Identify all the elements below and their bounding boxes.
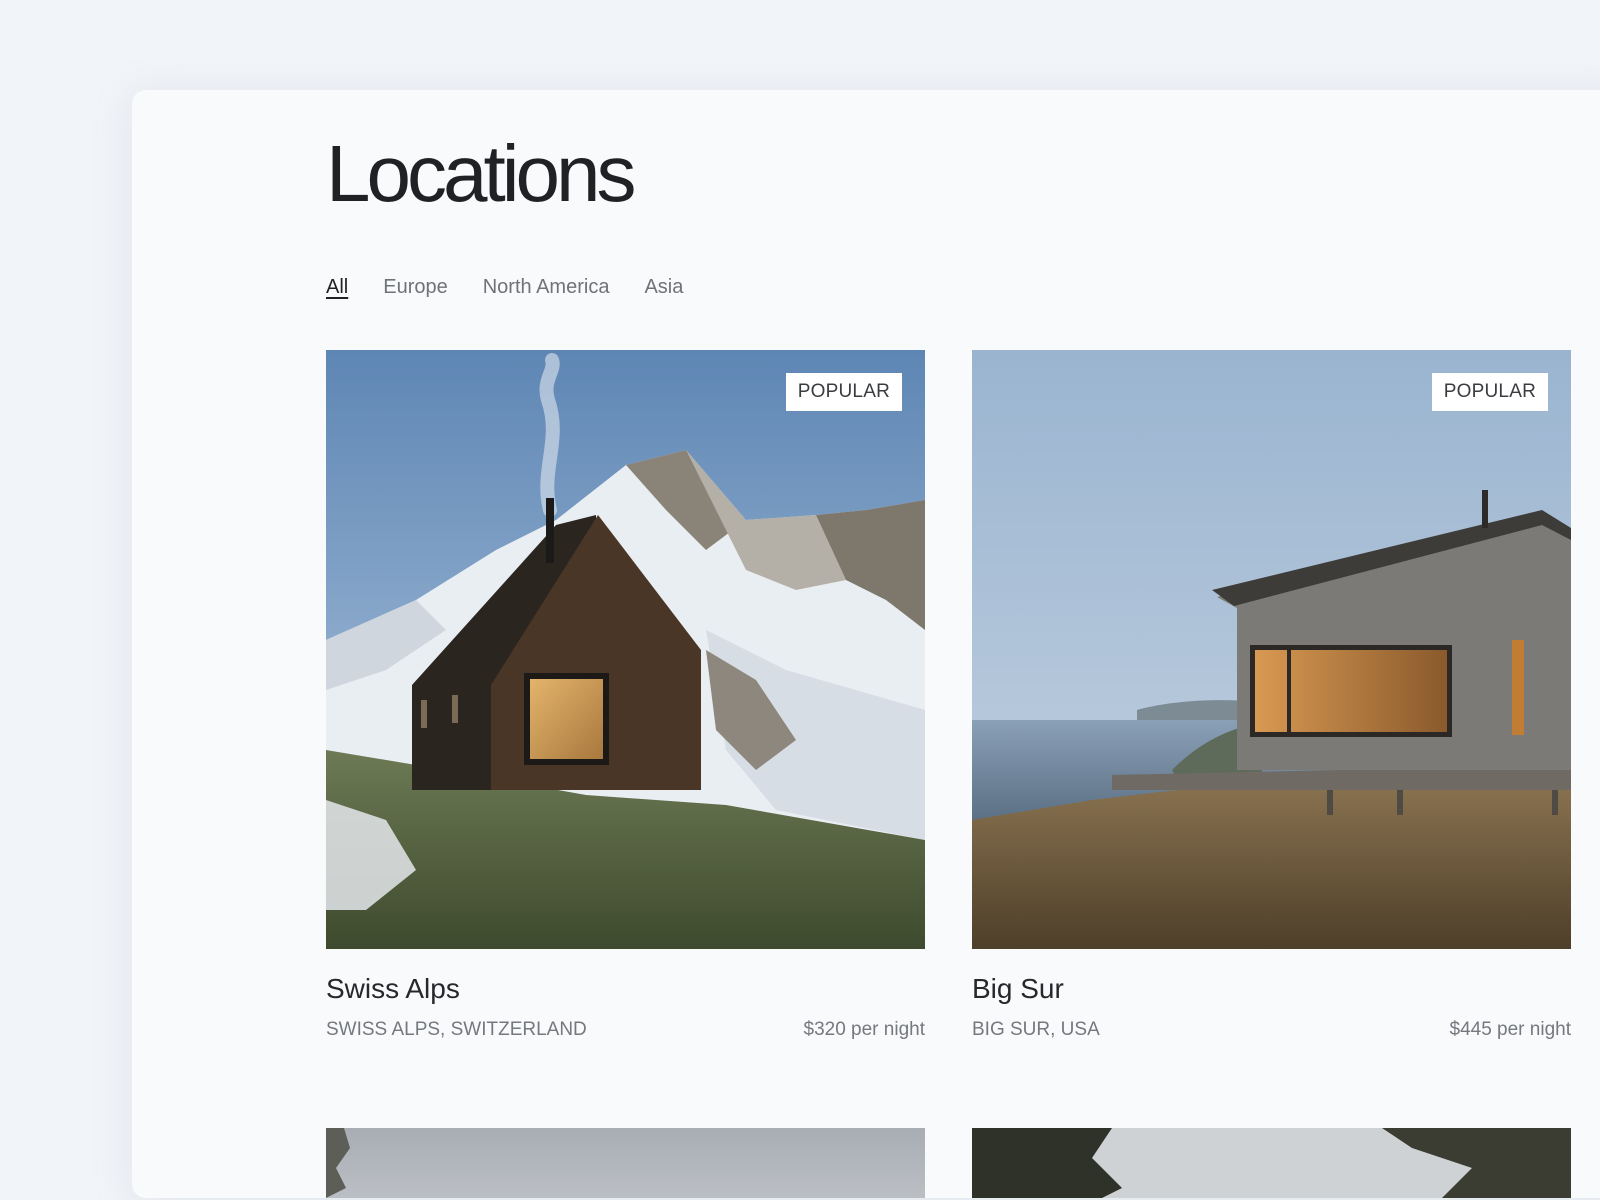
location-card-next-1[interactable] [326,1128,925,1198]
location-card-next-2[interactable] [972,1128,1571,1198]
overcast-sky-image [326,1128,925,1198]
card-location: BIG SUR, USA [972,1019,1100,1040]
big-sur-photo[interactable]: POPULAR [972,350,1571,949]
page-title: Locations [326,129,636,218]
tab-asia[interactable]: Asia [644,276,683,299]
card-price: $320 per night [803,1019,926,1040]
location-card-big-sur[interactable]: POPULAR Big Sur BIG SUR, USA $445 per ni… [972,350,1571,1041]
location-card-swiss-alps[interactable]: POPULAR Swiss Alps SWISS ALPS, SWITZERLA… [326,350,925,1041]
swiss-alps-photo[interactable]: POPULAR [326,350,925,949]
popular-badge: POPULAR [785,373,902,411]
card-meta: BIG SUR, USA $445 per night [972,1019,1571,1041]
tab-europe[interactable]: Europe [383,276,448,299]
mountain-cabin-image [326,350,925,949]
card-title[interactable]: Big Sur [972,973,1571,1005]
card-price: $445 per night [1449,1019,1572,1040]
coastal-cabin-image [972,350,1571,949]
tab-north-america[interactable]: North America [483,276,610,299]
filter-tabs: All Europe North America Asia [326,276,683,299]
tab-all[interactable]: All [326,276,348,299]
card-title[interactable]: Swiss Alps [326,973,925,1005]
locations-panel: Locations All Europe North America Asia [132,90,1600,1198]
popular-badge: POPULAR [1431,373,1548,411]
card-meta: SWISS ALPS, SWITZERLAND $320 per night [326,1019,925,1041]
forest-image [972,1128,1571,1198]
card-location: SWISS ALPS, SWITZERLAND [326,1019,587,1040]
